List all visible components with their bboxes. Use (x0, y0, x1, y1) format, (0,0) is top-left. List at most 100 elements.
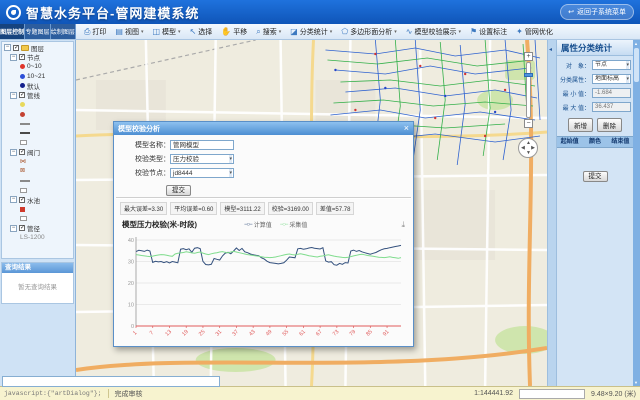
dialog-field-control: 管网模型 (170, 140, 234, 150)
svg-text:37: 37 (231, 329, 240, 338)
legend-symbol (20, 102, 25, 107)
dialog-select[interactable]: jd8444 (170, 168, 234, 178)
stats-input[interactable]: 36.437 (592, 102, 631, 112)
legend-symbol (20, 216, 27, 221)
legend-symbol (20, 74, 25, 79)
pan-hand-icon: ✋ (221, 27, 231, 36)
legend-symbol (20, 112, 25, 117)
toolbar-button[interactable]: ⚑设置标注 (466, 26, 511, 38)
toolbar-button[interactable]: ⬠多边形面分析▾ (337, 26, 400, 38)
toolbar-button[interactable]: ⎙打印 (80, 26, 110, 38)
status-script-text: javascript:{"artDialog"}; (4, 390, 102, 397)
dialog-submit-button[interactable]: 提交 (166, 185, 191, 196)
folder-icon (21, 45, 29, 51)
toolbar-button[interactable]: ✦管网优化 (512, 26, 557, 38)
pan-east-icon[interactable]: ▶ (531, 145, 535, 151)
zoom-slider-handle[interactable] (524, 73, 533, 77)
zoom-slider-track[interactable] (526, 62, 531, 118)
status-extent-text: 9.48×9.20 (米) (591, 389, 636, 399)
bottom-dock-input[interactable] (2, 376, 220, 387)
valve-symbol-icon: ⋈ (20, 159, 26, 165)
dialog-form-row: 校验类型：压力校验 (120, 154, 407, 164)
svg-text:7: 7 (149, 330, 155, 336)
legend-item-label: 0~10 (27, 63, 42, 70)
vertical-scrollbar[interactable]: ▲ ▼ (633, 40, 640, 386)
svg-text:40: 40 (128, 238, 134, 244)
toolbar-button[interactable]: ⌕搜索▾ (252, 26, 285, 38)
tree-expander-icon[interactable]: − (10, 149, 17, 156)
tree-row (2, 186, 73, 196)
tree-row: ⋈ (2, 157, 73, 167)
scroll-down-icon[interactable]: ▼ (634, 380, 638, 385)
layer-checkbox[interactable] (19, 92, 25, 98)
chevron-down-icon: ▾ (330, 29, 333, 35)
stats-field-label: 最 大 值： (559, 103, 592, 112)
layer-checkbox[interactable] (19, 225, 25, 231)
panel-splitter[interactable]: ◂ (547, 40, 556, 386)
map-pan-control[interactable]: ▲ ▼ ◀ ▶ (518, 138, 538, 158)
dialog-input[interactable]: 管网模型 (170, 140, 234, 150)
svg-text:10: 10 (128, 303, 134, 309)
stats-input[interactable]: -1.684 (592, 88, 631, 98)
tree-expander-icon[interactable]: − (4, 44, 11, 51)
pressure-chart-svg: 010203040171319253137434955616773798591 (120, 230, 407, 342)
add-range-button[interactable]: 新增 (568, 118, 593, 132)
toolbar-button[interactable]: ▤视图▾ (111, 26, 147, 38)
query-panel-title: 查询结果 (2, 263, 73, 273)
dialog-title-bar[interactable]: 模型校验分析 × (114, 122, 413, 135)
tree-expander-icon[interactable]: − (10, 225, 17, 232)
layer-sidebar: −图层−节点0~1010~21默认−管线−阀门⋈⊠−水池−管径LS-1200 查… (0, 40, 76, 386)
panel-tab[interactable]: 图层控制 (0, 24, 25, 39)
toolbar-button[interactable]: ◫模型▾ (148, 26, 184, 38)
toolbar-button[interactable]: ◪分类统计▾ (286, 26, 336, 38)
dialog-select[interactable]: 压力校验 (170, 154, 234, 164)
query-panel-empty-text: 暂无查询结果 (2, 273, 73, 291)
search-icon: ⌕ (256, 27, 260, 37)
tree-row (2, 214, 73, 224)
stats-field-label: 对 象： (559, 61, 592, 70)
collapse-arrow-icon[interactable]: ◂ (549, 46, 552, 53)
legend-symbol (20, 132, 30, 134)
zoom-out-button[interactable]: − (524, 119, 533, 128)
tree-expander-icon[interactable]: − (10, 196, 17, 203)
toolbar-button[interactable]: ∿模型校验展示▾ (402, 26, 465, 38)
range-table-header: 起始值颜色结束值 (557, 136, 633, 148)
layer-group-label: 管线 (27, 90, 40, 100)
stats-icon: ◪ (290, 27, 298, 36)
toolbar-button[interactable]: ↖选择 (186, 26, 217, 38)
toolbar-button[interactable]: ✋平移 (217, 26, 251, 38)
toolbar-button-label: 选择 (198, 27, 212, 37)
layer-checkbox[interactable] (13, 45, 19, 51)
stats-select[interactable]: 节点 (592, 60, 631, 70)
download-icon[interactable]: ⤓ (401, 220, 405, 230)
layer-checkbox[interactable] (19, 54, 25, 60)
pan-west-icon[interactable]: ◀ (521, 145, 525, 151)
tree-expander-icon[interactable]: − (10, 54, 17, 61)
back-to-subsystem-button[interactable]: ↩ 返回子系统菜单 (560, 4, 634, 20)
panel-tab[interactable]: 绘制图层 (51, 24, 76, 39)
stats-submit-button[interactable]: 提交 (583, 171, 608, 182)
zoom-in-button[interactable]: + (524, 52, 533, 61)
chevron-down-icon: ▾ (178, 29, 181, 35)
dialog-form: 模型名称：管网模型校验类型：压力校验校验节点：jd8444 (114, 135, 413, 184)
toolbar-row: 图层控制专题图层绘制图层 ⎙打印▤视图▾◫模型▾↖选择✋平移⌕搜索▾◪分类统计▾… (0, 24, 640, 40)
layer-checkbox[interactable] (19, 197, 25, 203)
scrollbar-thumb[interactable] (634, 48, 639, 82)
stat-chip: 校验=3169.00 (268, 202, 313, 215)
close-icon[interactable]: × (404, 124, 409, 133)
stats-select[interactable]: 地面标高 (592, 74, 631, 84)
layer-checkbox[interactable] (19, 149, 25, 155)
tree-row: −图层 (2, 43, 73, 53)
panel-tab[interactable]: 专题图层 (25, 24, 50, 39)
attribute-stats-panel: 属性分类统计 对 象：节点分类属性：地面标高最 小 值：-1.684最 大 值：… (556, 40, 633, 386)
flag-icon: ⚑ (470, 27, 477, 36)
legend-symbol (20, 64, 25, 69)
dialog-title: 模型校验分析 (118, 124, 160, 134)
delete-range-button[interactable]: 删除 (597, 118, 622, 132)
tree-row: 默认 (2, 81, 73, 91)
dialog-form-row: 校验节点：jd8444 (120, 168, 407, 178)
scroll-up-icon[interactable]: ▲ (634, 41, 638, 46)
svg-text:25: 25 (198, 329, 207, 338)
app-window: 智慧水务平台-管网建模系统 ↩ 返回子系统菜单 图层控制专题图层绘制图层 ⎙打印… (0, 0, 640, 400)
tree-expander-icon[interactable]: − (10, 92, 17, 99)
